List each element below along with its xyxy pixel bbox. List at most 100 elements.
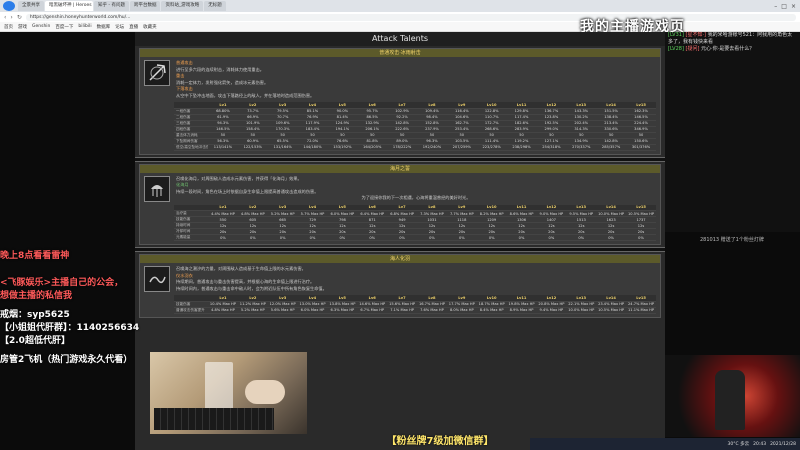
talent-table: Lv1 Lv2 Lv3 Lv4 Lv5 Lv6 Lv7 Lv8 Lv9 Lv10 Lv11 Lv12 L…	[174, 204, 656, 241]
table-cell: 4.8% Max HP	[208, 307, 238, 314]
tab-6[interactable]: 无标题	[204, 1, 226, 11]
overlay-line: <飞豚娱乐>主播自己的公会，	[0, 278, 124, 288]
table-cell: 238/298%	[506, 144, 537, 151]
bottom-banner: 【粉丝牌7级加微信群】	[386, 436, 494, 447]
chat-level: [LV31]	[668, 32, 684, 38]
row-label: 元素能量	[174, 234, 208, 241]
table-cell: 285/357%	[596, 144, 627, 151]
window-controls: – □ ×	[774, 3, 800, 10]
browser-logo-icon	[3, 1, 15, 11]
bookmark-item[interactable]: 数据库	[97, 24, 111, 30]
taskbar: 30°C 多云 20:43 2021/12/28	[530, 438, 800, 450]
table-cell: 0%	[267, 234, 298, 241]
table-cell: 9.4% Max HP	[536, 307, 567, 314]
table-cell: 122/153%	[237, 144, 268, 151]
table-cell: 6.7% Max HP	[357, 307, 388, 314]
hand-shape	[245, 380, 285, 404]
tab-1[interactable]: 全景共享	[18, 1, 44, 11]
talent-section-burst: 海人化羽 召唤海之潮汐的力量，对周围敌人造成基于生命值上限的水元素伤害。 仪水羽…	[139, 254, 661, 318]
maximize-icon[interactable]: □	[781, 3, 787, 10]
table-cell: 8.0% Max HP	[446, 307, 477, 314]
reload-icon[interactable]: ↻	[17, 14, 22, 21]
game-art	[665, 355, 800, 437]
table-cell: 0%	[417, 234, 447, 241]
table-cell: 153/192%	[327, 144, 358, 151]
close-icon[interactable]: ×	[791, 3, 796, 10]
bookmark-item[interactable]: bilibili	[78, 24, 91, 29]
cup-shape	[205, 362, 233, 410]
table-cell: 5.2% Max HP	[237, 307, 268, 314]
row-label: 普通攻击伤害提升	[174, 307, 208, 314]
row-label: 低空/高空坠地冲击伤害	[174, 144, 208, 151]
bookmark-item[interactable]: 百度一下	[55, 24, 73, 30]
page-title: Attack Talents	[135, 32, 665, 46]
table-cell: 178/222%	[387, 144, 418, 151]
table-cell: 6.0% Max HP	[297, 307, 328, 314]
weather-text: 30°C 多云	[727, 442, 750, 447]
tab-5[interactable]: 资料站_游戏攻略	[161, 1, 204, 11]
table-cell: 0%	[297, 234, 328, 241]
talent-table: Lv1 Lv2 Lv3 Lv4 Lv5 Lv6 Lv7 Lv8 Lv9 Lv10 Lv11 Lv12 L…	[174, 102, 656, 151]
back-icon[interactable]: ‹	[4, 14, 6, 21]
table-cell: 7.6% Max HP	[417, 307, 447, 314]
table-cell: 0%	[506, 234, 537, 241]
wave-skill-icon	[144, 266, 170, 292]
table-cell: 144/180%	[297, 144, 328, 151]
section-heading: 普通攻击·冰雨射击	[140, 49, 660, 57]
bookmark-item[interactable]: 直播	[129, 24, 138, 30]
talent-table: Lv1 Lv2 Lv3 Lv4 Lv5 Lv6 Lv7 Lv8 Lv9 Lv10 Lv11 Lv12 L…	[174, 295, 656, 314]
chat-message: [LV31] [星不知·] 我的米哈游账号521：阿我用的角色太多了，我有钱快来…	[665, 32, 800, 46]
chat-panel: [LV31] [星不知·] 我的米哈游账号521：阿我用的角色太多了，我有钱快来…	[665, 32, 800, 232]
tab-3[interactable]: 知乎 - 有问题	[94, 1, 129, 11]
table-cell: 5.6% Max HP	[267, 307, 298, 314]
table-cell: 223/278%	[476, 144, 507, 151]
webcam-view	[150, 352, 307, 434]
overlay-line: 晚上8点看看雷神	[0, 251, 70, 261]
tab-4[interactable]: 跨平台数据	[129, 1, 161, 11]
table-cell: 0%	[327, 234, 358, 241]
table-cell: 270/337%	[566, 144, 597, 151]
overlay-line: 【2.0超低代肝】	[0, 336, 70, 346]
desc-line: 为了迎接你我的下一次相遇，心海将重温曾经的美好时光。	[361, 195, 471, 200]
tab-2[interactable]: 暗黑破坏神 | Heroes	[45, 1, 93, 11]
table-cell: 0%	[596, 234, 627, 241]
talent-section-normal-attack: 普通攻击·冰雨射击 普通攻击 进行至多六段的连续射击，消耗体力使用重击。 重击 …	[139, 48, 661, 155]
desc-line: 从空中下坠冲击地面，攻击下落路径上的敌人，并在落地时造成范围伤害。	[176, 92, 315, 98]
bookmark-item[interactable]: 论坛	[115, 24, 124, 30]
table-cell: 7.1% Max HP	[387, 307, 418, 314]
browser-tabbar: 全景共享 暗黑破坏神 | Heroes 知乎 - 有问题 跨平台数据 资料站_游…	[0, 0, 800, 12]
talent-section-skill: 海月之誓 召唤化海月，对周围敌人造成水元素伤害，并获得「化海月」效果。 化海月 …	[139, 163, 661, 245]
table-cell: 11.1% Max HP	[626, 307, 656, 314]
minimize-icon[interactable]: –	[774, 3, 777, 10]
bookmark-item[interactable]: 游戏	[18, 24, 27, 30]
jellyfish-skill-icon	[144, 175, 170, 202]
gift-notice: 2810​1​3 赠送了1个粉丝灯牌	[700, 237, 764, 243]
chat-username: [星不知·]	[685, 32, 707, 38]
chat-message: [LV28] [疑问] 元心·你·是要去看什么？	[665, 46, 800, 53]
bookmark-item[interactable]: 首页	[4, 24, 13, 30]
overlay-line: 【小姐姐代肝群】：1140256634	[0, 323, 140, 333]
table-row: 低空/高空坠地冲击伤害113/141%122/153%131/164%144/1…	[174, 144, 656, 151]
skill-description: 召唤海之潮汐的力量，对周围敌人造成基于生命值上限的水元素伤害。 仪水羽衣 持续期…	[176, 266, 656, 292]
keyboard-shape	[154, 408, 274, 430]
table-row: 元素能量 0% 0% 0% 0% 0% 0% 0% 0% 0% 0% 0% 0% 0% 0% 0%	[174, 234, 656, 241]
overlay-line: 戒烟：syp5625	[0, 310, 70, 320]
clock-time: 20:43	[753, 441, 767, 447]
skill-description: 普通攻击 进行至多六段的连续射击，消耗体力使用重击。 重击 消耗一定体力，发射强…	[176, 60, 656, 99]
table-row: 普通攻击伤害提升 4.8% Max HP 5.2% Max HP 5.6% Max H…	[174, 307, 656, 314]
bow-skill-icon	[144, 60, 170, 86]
screen-root: 全景共享 暗黑破坏神 | Heroes 知乎 - 有问题 跨平台数据 资料站_游…	[0, 0, 800, 450]
table-cell: 254/318%	[536, 144, 567, 151]
table-cell: 8.4% Max HP	[476, 307, 507, 314]
table-cell: 0%	[387, 234, 418, 241]
table-cell: 301/376%	[626, 144, 656, 151]
table-cell: 0%	[357, 234, 388, 241]
chat-text: 元心·你·是要去看什么？	[701, 46, 755, 52]
forward-icon[interactable]: ›	[10, 14, 12, 21]
table-cell: 0%	[626, 234, 656, 241]
table-cell: 0%	[237, 234, 268, 241]
table-cell: 131/164%	[267, 144, 298, 151]
chat-level: [LV28]	[668, 46, 684, 52]
bookmark-item[interactable]: Genshin	[32, 24, 50, 29]
bookmark-item[interactable]: 收藏夹	[143, 24, 157, 30]
